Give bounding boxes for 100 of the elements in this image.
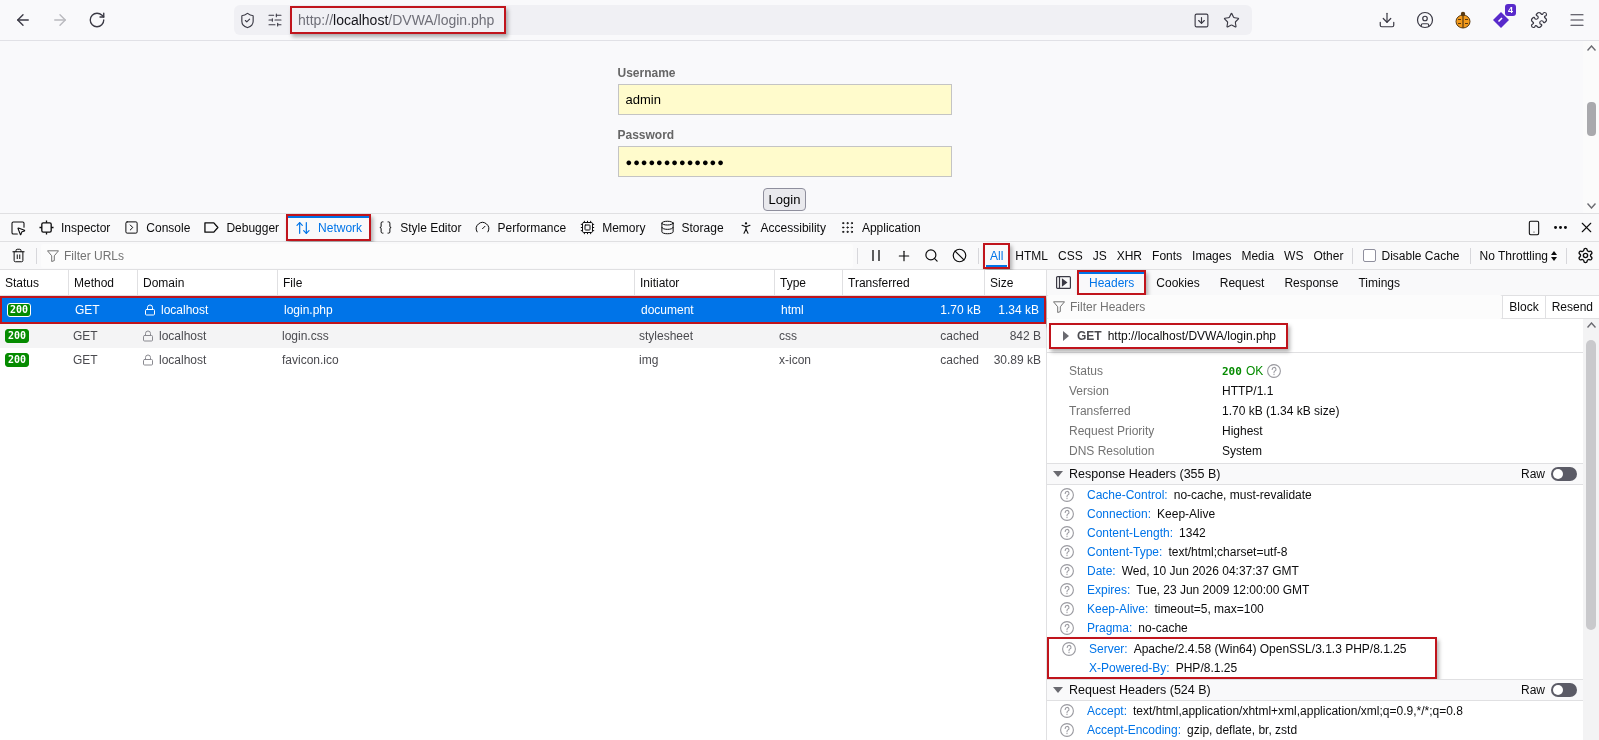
- scrollbar[interactable]: [1583, 319, 1599, 740]
- filter-type-button[interactable]: Images: [1188, 244, 1236, 267]
- password-field[interactable]: ●●●●●●●●●●●●●: [617, 146, 952, 177]
- checkbox-label[interactable]: Disable Cache: [1381, 248, 1460, 263]
- settings-icon[interactable]: [1576, 247, 1594, 264]
- help-icon[interactable]: [1060, 601, 1074, 616]
- star-icon[interactable]: [1222, 11, 1240, 29]
- header-value: Apache/2.4.58 (Win64) OpenSSL/3.1.3 PHP/8.1.25: [1133, 641, 1407, 656]
- column-header[interactable]: Domain: [137, 270, 277, 295]
- column-header[interactable]: Type: [774, 270, 842, 295]
- details-tab[interactable]: Cookies: [1146, 270, 1210, 295]
- help-icon[interactable]: [1060, 582, 1074, 597]
- filter-type-button[interactable]: CSS: [1054, 244, 1087, 267]
- trash-icon[interactable]: [10, 248, 26, 263]
- header-name: Accept-Encoding:: [1087, 722, 1182, 737]
- details-tab[interactable]: Request: [1209, 270, 1275, 295]
- filter-type-button[interactable]: HTML: [1011, 244, 1052, 267]
- shield-icon[interactable]: [238, 11, 256, 29]
- throttling-select[interactable]: No Throttling: [1474, 244, 1562, 267]
- devtools-tab[interactable]: Network: [288, 216, 370, 239]
- scrollbar-thumb[interactable]: [1586, 340, 1596, 630]
- help-icon[interactable]: [1060, 544, 1074, 559]
- devtools-tab[interactable]: Application: [832, 214, 928, 241]
- devtools-tab[interactable]: Console: [117, 214, 198, 241]
- table-cell-text: document: [640, 302, 695, 319]
- pause-icon[interactable]: [872, 250, 880, 261]
- reload-icon[interactable]: [88, 11, 106, 29]
- element-picker-icon[interactable]: [10, 219, 26, 236]
- bug-icon[interactable]: [1454, 11, 1472, 29]
- devtools-tab[interactable]: Style Editor: [371, 214, 469, 241]
- filter-type-button[interactable]: Media: [1237, 244, 1279, 267]
- menu-icon[interactable]: [1568, 11, 1586, 29]
- column-header[interactable]: Initiator: [634, 270, 774, 295]
- filter-input[interactable]: Filter Headers: [1070, 297, 1503, 317]
- puzzle-icon[interactable]: [1530, 11, 1548, 29]
- help-icon[interactable]: [1060, 506, 1074, 521]
- column-header[interactable]: File: [277, 270, 634, 295]
- help-icon[interactable]: [1267, 364, 1282, 378]
- action-button[interactable]: Block: [1502, 296, 1545, 318]
- sidebar-toggle-icon[interactable]: [1055, 275, 1071, 289]
- url-text[interactable]: http://localhost/DVWA/login.php: [292, 8, 505, 32]
- field-label: Password: [617, 128, 675, 143]
- filter-type-button[interactable]: JS: [1088, 244, 1111, 267]
- raw-toggle[interactable]: [1551, 683, 1577, 697]
- filter-type-button[interactable]: XHR: [1112, 244, 1147, 267]
- download-icon[interactable]: [1378, 11, 1396, 29]
- devtools-tab[interactable]: Debugger: [197, 214, 287, 241]
- column-header[interactable]: Status: [0, 270, 68, 295]
- filter-field[interactable]: Filter Headers: [1047, 295, 1503, 319]
- ban-icon[interactable]: [952, 248, 968, 263]
- triangle-icon[interactable]: [1061, 330, 1071, 341]
- details-tab[interactable]: Timings: [1348, 270, 1411, 295]
- devtools-tab[interactable]: Memory: [573, 214, 653, 241]
- section-header[interactable]: Request Headers (524 B) Raw: [1047, 679, 1583, 701]
- help-icon[interactable]: [1060, 563, 1074, 578]
- login-button[interactable]: Login: [762, 188, 807, 211]
- help-icon[interactable]: [1060, 620, 1074, 635]
- details-tab[interactable]: Response: [1274, 270, 1349, 295]
- help-icon[interactable]: [1060, 487, 1074, 502]
- search-icon[interactable]: [924, 248, 940, 263]
- filter-input[interactable]: Filter URLs: [64, 245, 853, 266]
- devtools-tab[interactable]: Storage: [652, 214, 731, 241]
- section-title: Request Headers (524 B): [1069, 683, 1211, 697]
- help-icon[interactable]: [1060, 703, 1074, 718]
- filter-type-button[interactable]: Other: [1309, 244, 1348, 267]
- diamond-icon[interactable]: [1492, 11, 1510, 29]
- details-tab[interactable]: Headers: [1079, 272, 1145, 293]
- address-bar[interactable]: http://localhost/DVWA/login.php: [234, 5, 1252, 35]
- scroll-up-icon[interactable]: [1586, 322, 1596, 328]
- help-icon[interactable]: [1060, 525, 1074, 540]
- raw-toggle[interactable]: [1551, 467, 1577, 481]
- lock-icon: [142, 330, 154, 342]
- request-url: http://localhost/DVWA/login.php: [1107, 328, 1276, 343]
- request-row[interactable]: 200 GET localhost login.css stylesheet css cached 842 B: [0, 324, 1046, 348]
- section-header[interactable]: Response Headers (355 B) Raw: [1047, 463, 1583, 485]
- text-field[interactable]: admin: [617, 84, 952, 115]
- devtools-tab[interactable]: Performance: [468, 214, 574, 241]
- sliders-icon[interactable]: [267, 12, 283, 28]
- triangle-icon[interactable]: [1053, 469, 1063, 479]
- filter-type-button[interactable]: Fonts: [1148, 244, 1187, 267]
- devtools-tab[interactable]: Accessibility: [730, 214, 833, 241]
- triangle-icon[interactable]: [1053, 685, 1063, 695]
- scroll-down-icon[interactable]: [1586, 203, 1596, 209]
- request-row[interactable]: 200 GET localhost login.php document html 1.70 kB 1.34 kB: [2, 298, 1044, 322]
- account-icon[interactable]: [1416, 11, 1434, 29]
- column-header[interactable]: Size: [984, 270, 1046, 295]
- devtools-tab[interactable]: Inspector: [32, 214, 118, 241]
- help-icon[interactable]: [1062, 641, 1076, 656]
- database-icon: [659, 220, 675, 235]
- column-header[interactable]: Method: [68, 270, 137, 295]
- phone-icon[interactable]: [1526, 219, 1542, 236]
- filter-type-button[interactable]: WS: [1280, 244, 1308, 267]
- filter-type-button[interactable]: All: [986, 244, 1008, 267]
- checkbox[interactable]: [1363, 249, 1377, 262]
- column-header[interactable]: Transferred: [842, 270, 984, 295]
- scroll-up-icon[interactable]: [1586, 45, 1596, 51]
- save-page-icon[interactable]: [1192, 11, 1210, 29]
- help-icon[interactable]: [1060, 722, 1074, 737]
- scrollbar-thumb[interactable]: [1586, 102, 1596, 136]
- action-button[interactable]: Resend: [1544, 296, 1599, 318]
